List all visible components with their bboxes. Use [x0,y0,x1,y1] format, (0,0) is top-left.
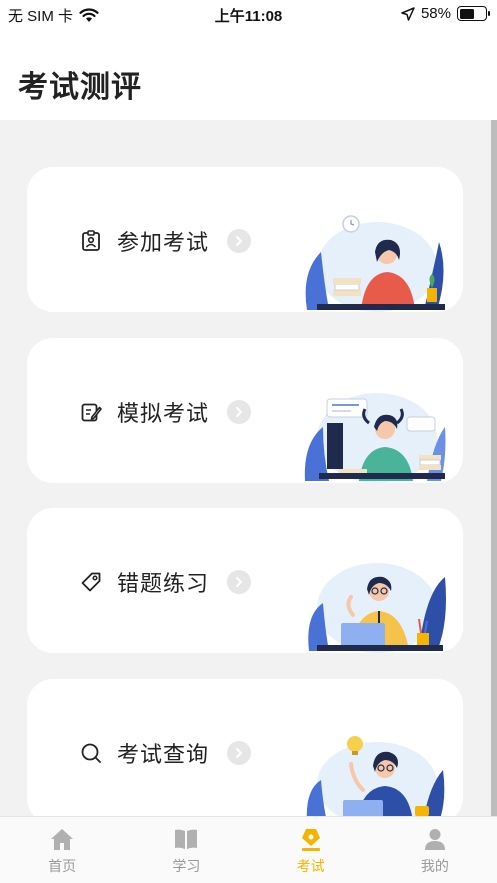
tab-label: 首页 [48,859,77,875]
card-wrong-questions[interactable]: 错题练习 [27,508,463,653]
mock-exam-illustration [304,393,446,483]
tab-home[interactable]: 首页 [0,817,124,883]
chevron-right-icon [227,570,252,594]
search-icon [79,741,103,765]
card-label-row: 模拟考试 [79,396,252,428]
tag-icon [79,570,103,594]
card-label: 参加考试 [117,231,210,256]
content-area: 参加考试 模拟考试 错题练习 考试查询 [0,120,497,816]
badge-icon [79,229,103,253]
card-mock-exam[interactable]: 模拟考试 [27,338,463,483]
tab-study[interactable]: 学习 [124,817,248,883]
query-illustration [306,736,445,816]
page-header: 考试测评 [0,28,497,120]
card-label: 错题练习 [117,572,210,597]
card-take-exam[interactable]: 参加考试 [27,167,463,312]
tab-mine[interactable]: 我的 [373,817,497,883]
status-bar: 无 SIM 卡 上午11:08 58% [0,0,497,28]
battery-icon [457,6,490,21]
practice-illustration [308,563,446,653]
card-label-row: 错题练习 [79,566,252,598]
page-title: 考试测评 [18,70,142,105]
chevron-right-icon [227,741,252,765]
status-right: 58% [401,5,490,22]
tab-label: 学习 [172,859,201,875]
tab-exam[interactable]: 考试 [249,817,373,883]
chevron-right-icon [227,400,252,424]
tab-label: 我的 [420,859,449,875]
book-icon [172,825,200,853]
battery-percent: 58% [420,5,451,22]
card-exam-query[interactable]: 考试查询 [27,679,463,816]
chevron-right-icon [227,229,252,253]
scrollbar[interactable] [491,120,497,816]
tab-label: 考试 [296,859,325,875]
card-label: 考试查询 [117,743,210,768]
battery-fill [459,8,474,19]
tab-bar: 首页 学习 考试 我的 [0,816,497,883]
card-label-row: 参加考试 [79,225,252,257]
card-label: 模拟考试 [117,402,210,427]
exam-illustration [305,215,445,312]
home-icon [48,825,76,853]
location-arrow-icon [401,6,415,21]
edit-icon [79,400,103,424]
user-icon [421,825,449,853]
exam-icon [297,825,325,853]
card-label-row: 考试查询 [79,737,252,769]
